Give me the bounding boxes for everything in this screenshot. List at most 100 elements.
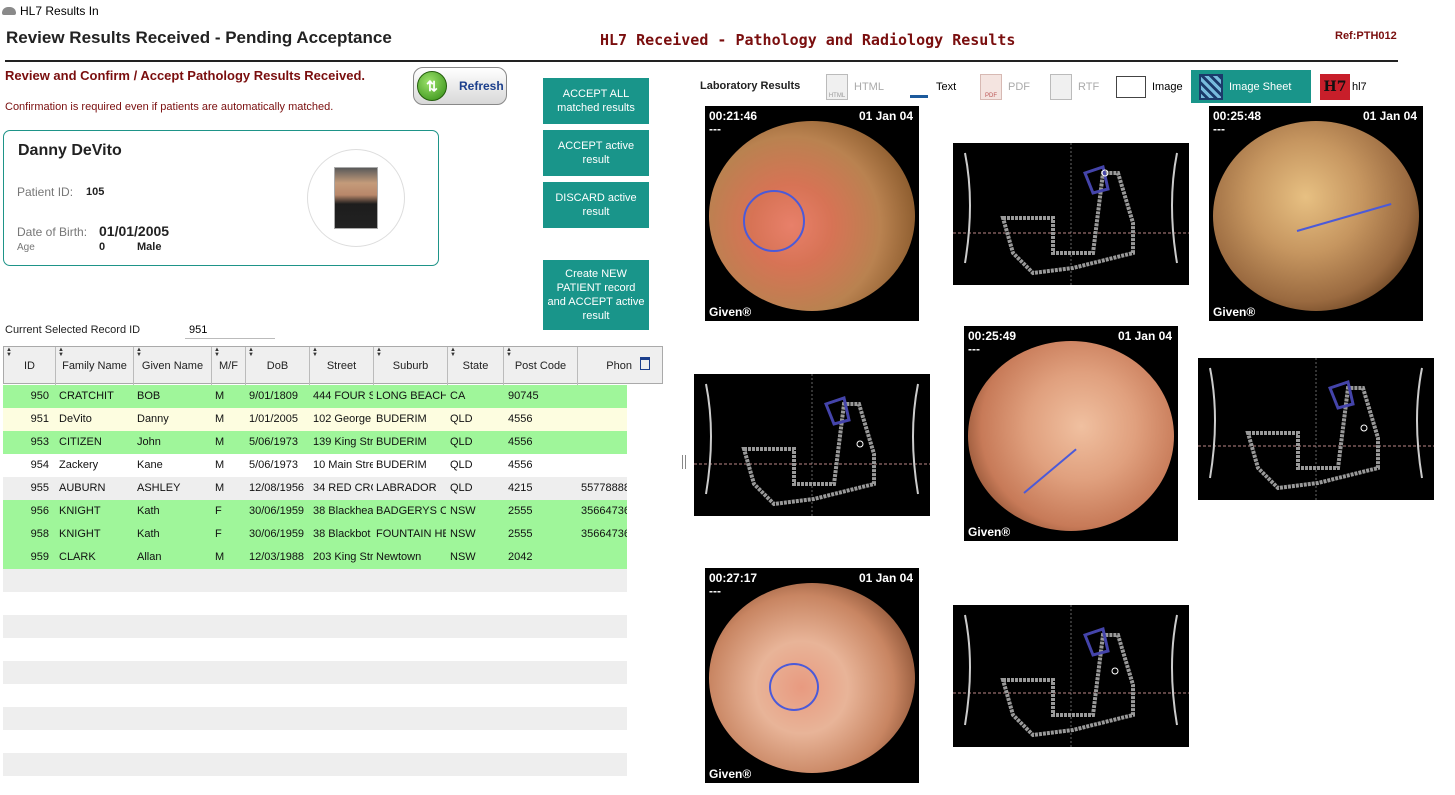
- cell-state: NSW: [450, 551, 476, 563]
- col-given-name[interactable]: ▲ ▼ Given Name: [134, 347, 212, 385]
- cell-dob: 9/01/1809: [249, 390, 298, 402]
- refresh-button[interactable]: ⇅ Refresh: [413, 67, 507, 105]
- cell-sex: M: [215, 459, 225, 471]
- endoscopy-frame[interactable]: 00:27:17 01 Jan 04 --- Given®: [705, 568, 919, 783]
- cell-family: Zackery: [59, 459, 99, 471]
- cell-phone: [581, 385, 627, 408]
- capsule-track-image[interactable]: [953, 143, 1189, 285]
- confirmation-note: Confirmation is required even if patient…: [5, 101, 334, 113]
- endoscopy-frame[interactable]: 00:21:46 01 Jan 04 --- Given®: [705, 106, 919, 321]
- cell-post: 4556: [508, 436, 533, 448]
- cell-id: 954: [30, 459, 49, 471]
- col-sex[interactable]: ▲ ▼ M/F: [212, 347, 246, 385]
- patient-id: 105: [86, 186, 105, 198]
- tab-pdf[interactable]: PDF PDF: [980, 70, 1030, 103]
- create-new-patient-button[interactable]: Create NEW PATIENT record and ACCEPT act…: [543, 260, 649, 330]
- frame-dash: ---: [968, 342, 980, 356]
- cell-post: 2555: [508, 505, 533, 517]
- lesion-marker: [769, 663, 819, 711]
- accept-all-button[interactable]: ACCEPT ALL matched results: [543, 78, 649, 124]
- rtf-file-icon: [1050, 73, 1072, 100]
- col-dob[interactable]: ▲ ▼ DoB: [246, 347, 310, 385]
- endoscopy-frame[interactable]: 00:25:48 01 Jan 04 --- Given®: [1209, 106, 1423, 321]
- cell-family: CITIZEN: [59, 436, 102, 448]
- cell-phone: [581, 546, 627, 569]
- cell-dob: 12/03/1988: [249, 551, 305, 563]
- tab-hl7[interactable]: H7 hl7: [1320, 70, 1367, 103]
- accept-active-button[interactable]: ACCEPT active result: [543, 130, 649, 176]
- cell-sex: M: [215, 482, 225, 494]
- endoscopy-frame[interactable]: 00:25:49 01 Jan 04 --- Given®: [964, 326, 1178, 541]
- track-graphic: [1198, 358, 1434, 500]
- panel-splitter-handle[interactable]: [682, 455, 686, 469]
- cell-id: 950: [30, 390, 49, 402]
- col-id[interactable]: ▲ ▼ ID: [4, 347, 56, 385]
- col-phone[interactable]: Phon: [578, 347, 663, 385]
- col-post-code[interactable]: ▲ ▼ Post Code: [504, 347, 578, 385]
- cell-street: 203 King Str: [313, 551, 373, 563]
- capsule-track-image[interactable]: [1198, 358, 1434, 500]
- frame-brand: Given®: [968, 525, 1011, 539]
- cell-id: 955: [30, 482, 49, 494]
- avatar: [307, 149, 405, 247]
- empty-row: [3, 707, 627, 730]
- cell-state: NSW: [450, 528, 476, 540]
- cell-street: 102 George: [313, 413, 372, 425]
- tab-image-sheet[interactable]: Image Sheet: [1191, 70, 1311, 103]
- track-graphic: [953, 143, 1189, 285]
- cell-suburb: BADGERYS C: [376, 505, 446, 517]
- trash-icon[interactable]: [640, 357, 650, 370]
- cell-sex: M: [215, 436, 225, 448]
- cell-street: 10 Main Stre: [313, 459, 373, 471]
- capsule-track-image[interactable]: [953, 605, 1189, 747]
- frame-date: 01 Jan 04: [858, 571, 913, 585]
- empty-row: [3, 684, 627, 707]
- tab-html[interactable]: HTML HTML: [826, 70, 884, 103]
- cell-id: 959: [30, 551, 49, 563]
- cell-dob: 12/08/1956: [249, 482, 305, 494]
- tab-rtf[interactable]: RTF: [1050, 70, 1099, 103]
- table-row[interactable]: 956 KNIGHT Kath F 30/06/1959 38 Blackhea BADGE…: [3, 500, 627, 523]
- capsule-track-image[interactable]: [694, 374, 930, 516]
- table-row[interactable]: 958 KNIGHT Kath F 30/06/1959 38 Blackbot FOUNT…: [3, 523, 627, 546]
- refresh-label: Refresh: [459, 79, 504, 93]
- cell-street: 38 Blackbot: [313, 528, 371, 540]
- hl7-logo-icon: H7: [1320, 73, 1350, 100]
- table-row[interactable]: 954 Zackery Kane M 5/06/1973 10 Main Stre BUDE…: [3, 454, 627, 477]
- cell-suburb: LONG BEACH: [376, 390, 446, 402]
- age-label: Age: [17, 242, 35, 253]
- image-chart-icon: [1116, 75, 1146, 98]
- table-row[interactable]: 951 DeVito Danny M 1/01/2005 102 George BUDERI…: [3, 408, 627, 431]
- dob-label: Date of Birth:: [17, 225, 88, 239]
- cell-given: Kane: [137, 459, 163, 471]
- cell-dob: 5/06/1973: [249, 436, 298, 448]
- cell-id: 951: [30, 413, 49, 425]
- patient-sex: Male: [137, 241, 162, 253]
- empty-row: [3, 592, 627, 615]
- cell-given: ASHLEY: [137, 482, 181, 494]
- empty-row: [3, 753, 627, 776]
- cell-suburb: BUDERIM: [376, 459, 427, 471]
- cell-state: QLD: [450, 436, 473, 448]
- frame-time: 00:21:46: [709, 109, 758, 123]
- tab-text[interactable]: Text: [908, 70, 956, 103]
- col-suburb[interactable]: ▲ ▼ Suburb: [374, 347, 448, 385]
- patient-photo: [334, 167, 378, 229]
- col-family-name[interactable]: ▲ ▼ Family Name: [56, 347, 134, 385]
- cell-state: CA: [450, 390, 466, 402]
- cell-given: Danny: [137, 413, 169, 425]
- cell-suburb: Newtown: [376, 551, 422, 563]
- cell-given: Kath: [137, 528, 160, 540]
- discard-active-button[interactable]: DISCARD active result: [543, 182, 649, 228]
- table-row[interactable]: 959 CLARK Allan M 12/03/1988 203 King Str Newt…: [3, 546, 627, 569]
- table-row[interactable]: 955 AUBURN ASHLEY M 12/08/1956 34 RED CRC LABR…: [3, 477, 627, 500]
- table-row[interactable]: 950 CRATCHIT BOB M 9/01/1809 444 FOUR S LONG B…: [3, 385, 627, 408]
- col-street[interactable]: ▲ ▼ Street: [310, 347, 374, 385]
- cell-phone: 55778888: [581, 482, 627, 494]
- cell-id: 953: [30, 436, 49, 448]
- col-state[interactable]: ▲ ▼ State: [448, 347, 504, 385]
- table-row[interactable]: 953 CITIZEN John M 5/06/1973 139 King Str BUDE…: [3, 431, 627, 454]
- tab-image[interactable]: Image: [1116, 70, 1183, 103]
- cell-post: 4215: [508, 482, 533, 494]
- frame-brand: Given®: [709, 767, 752, 781]
